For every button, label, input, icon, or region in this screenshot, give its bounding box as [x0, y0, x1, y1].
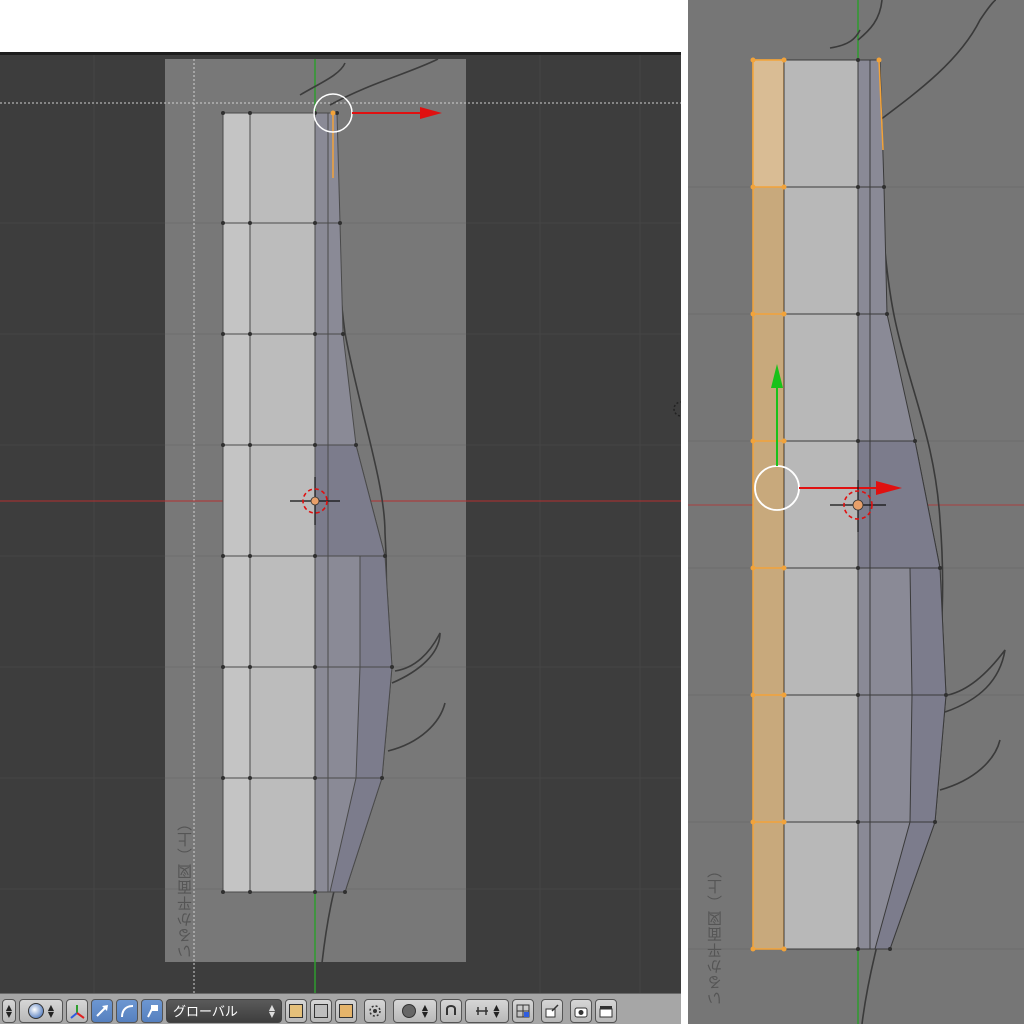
selected-column[interactable] — [752, 59, 785, 950]
viewport-header-toolbar: ▲ ▼ ▲ ▼ グローバル ▲ ▼ ▲ ▼ ▲ ▼ — [0, 993, 681, 1024]
reference-caption: いるか平面図（上） — [176, 815, 194, 959]
reference-caption: いるか平面図（上） — [706, 862, 724, 1006]
shading-dropdown-icon[interactable]: ▲ ▼ — [19, 998, 63, 1023]
vertex-select-icon[interactable] — [364, 998, 386, 1023]
clapperboard-icon[interactable] — [595, 998, 617, 1023]
header-scroll-arrows-icon[interactable]: ▲ ▼ — [2, 998, 16, 1023]
rotate-icon[interactable] — [116, 998, 138, 1023]
right-viewport-canvas[interactable] — [688, 0, 1024, 1024]
orientation-dropdown[interactable]: グローバル ▲ ▼ — [166, 998, 282, 1023]
snap-element-icon[interactable]: ▲ ▼ — [465, 998, 509, 1023]
scale-icon[interactable] — [141, 998, 163, 1023]
orientation-label: グローバル — [173, 1005, 238, 1020]
right-viewport[interactable]: いるか平面図（上） — [688, 0, 1024, 1024]
viewport-edge-handle[interactable] — [673, 401, 681, 417]
render-icon[interactable] — [541, 998, 563, 1023]
left-viewport-canvas[interactable] — [0, 55, 681, 1024]
proportional-edit-icon[interactable]: ▲ ▼ — [393, 998, 437, 1023]
snap-target-icon[interactable] — [512, 998, 534, 1023]
snap-magnet-icon[interactable] — [440, 998, 462, 1023]
camera-icon[interactable] — [570, 998, 592, 1023]
solid-shading-icon[interactable] — [285, 998, 307, 1023]
left-viewport[interactable]: いるか平面図（上） ▲ ▼ ▲ ▼ グローバル ▲ ▼ ▲ ▼ ▲ ▼ — [0, 52, 681, 1024]
wireframe-shading-icon[interactable] — [310, 998, 332, 1023]
manipulator-axis-icon[interactable] — [66, 998, 88, 1023]
texture-shading-icon[interactable] — [335, 998, 357, 1023]
translate-icon[interactable] — [91, 998, 113, 1023]
